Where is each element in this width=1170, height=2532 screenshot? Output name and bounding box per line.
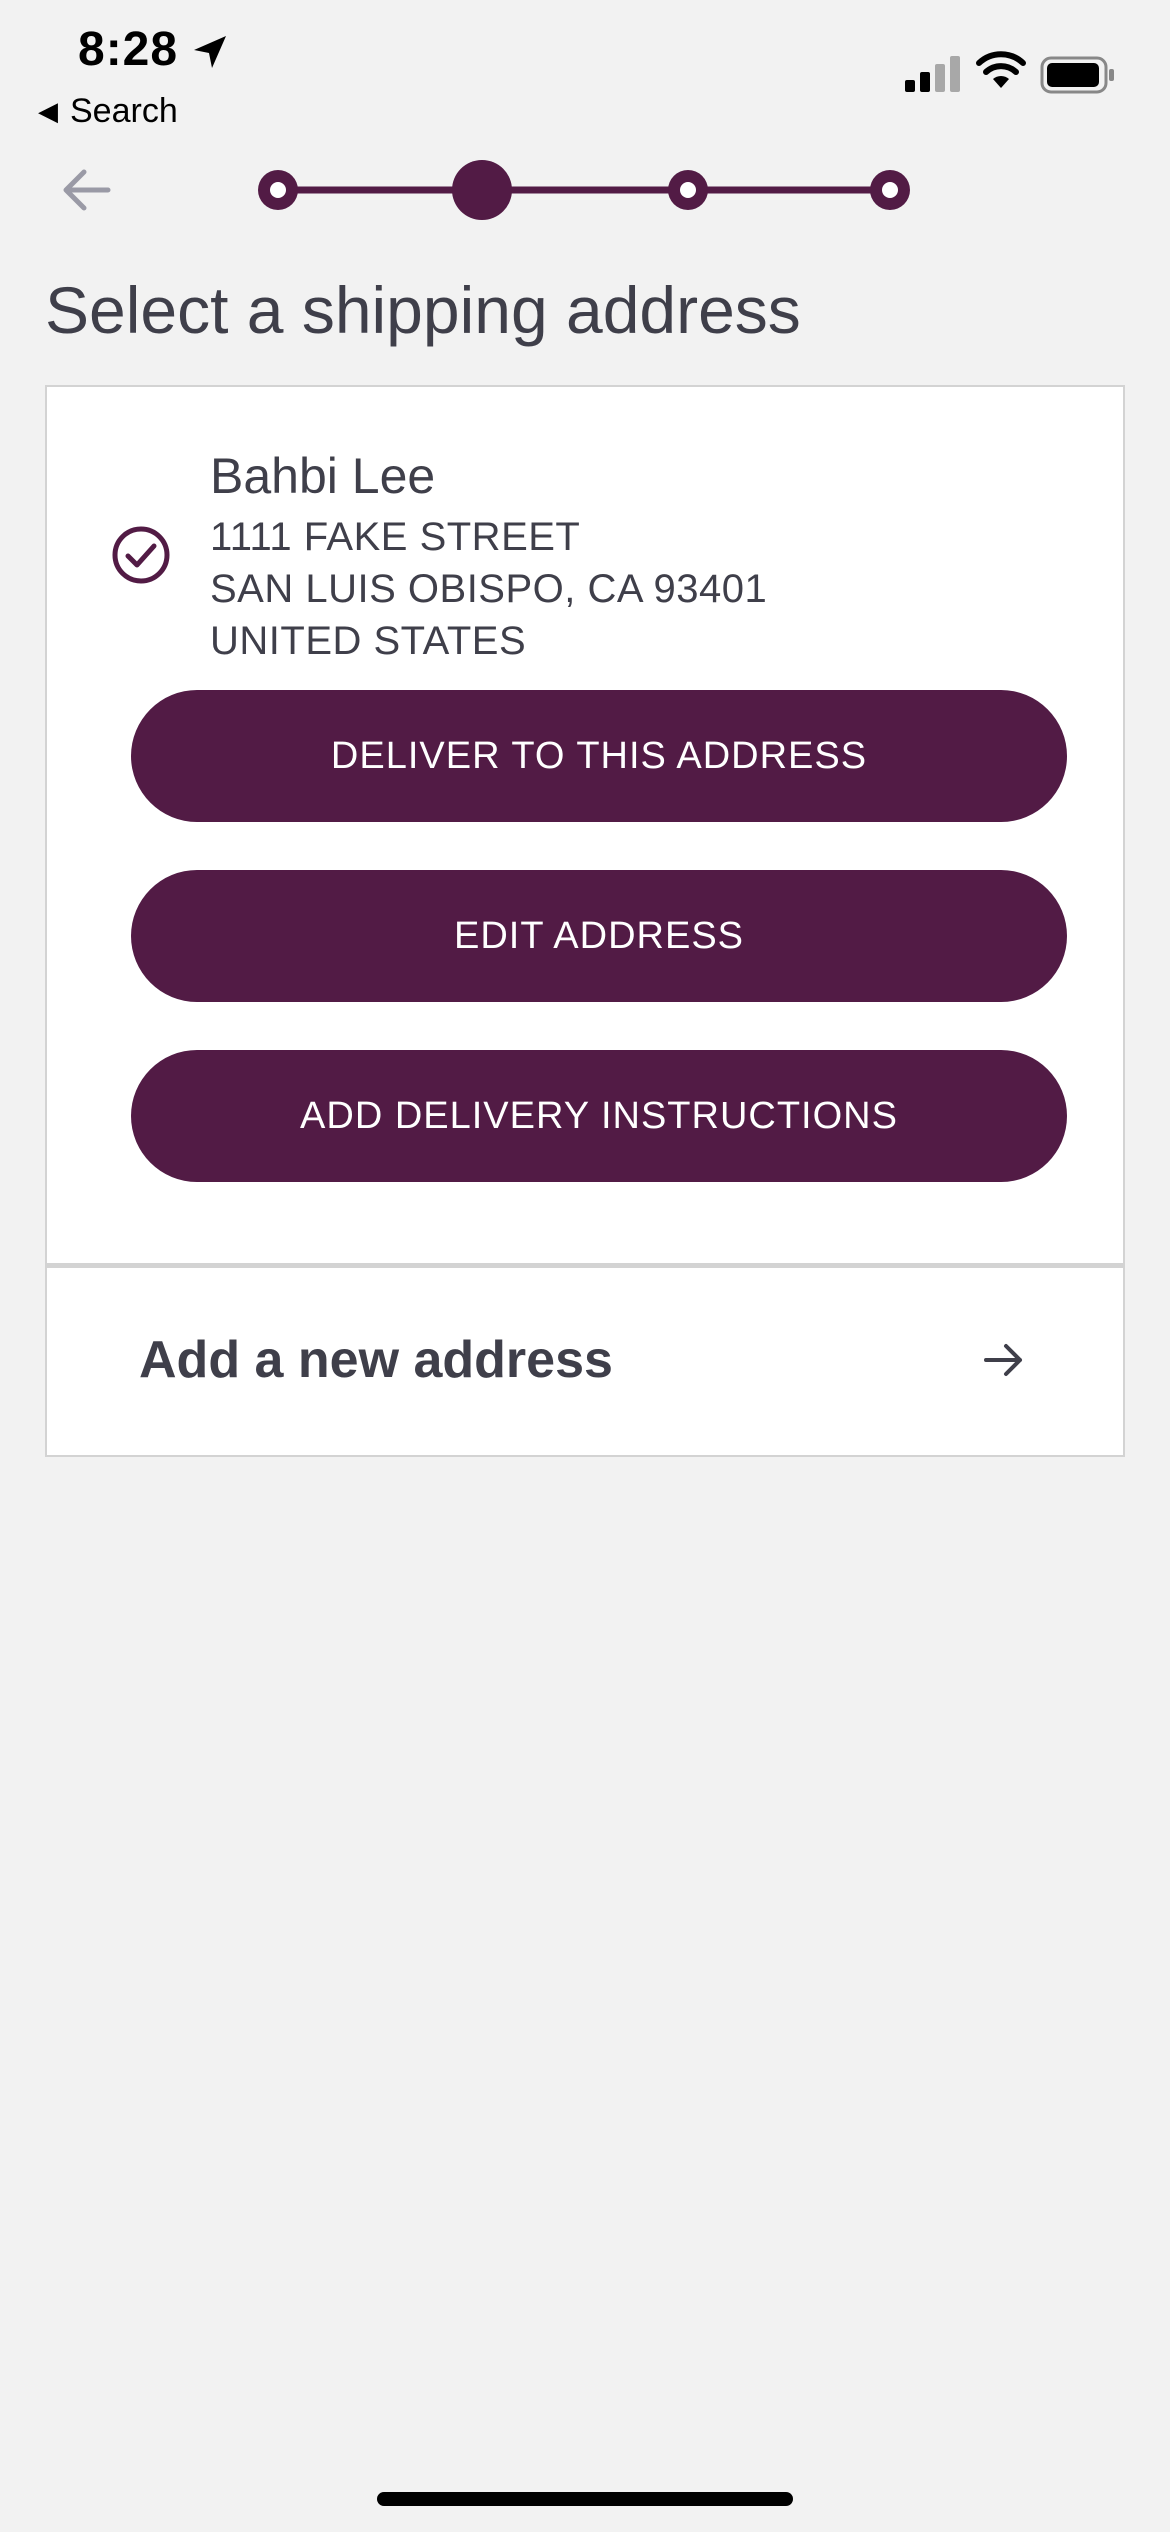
edit-address-button[interactable]: EDIT ADDRESS (131, 870, 1067, 1002)
step-4-dot (870, 170, 910, 210)
address-card: Bahbi Lee 1111 FAKE STREET SAN LUIS OBIS… (45, 385, 1125, 1265)
address-recipient-name: Bahbi Lee (210, 448, 436, 504)
back-arrow-icon[interactable] (56, 160, 116, 220)
battery-icon (1040, 56, 1114, 94)
step-2-current-dot (452, 160, 512, 220)
add-delivery-instructions-button[interactable]: ADD DELIVERY INSTRUCTIONS (131, 1050, 1067, 1182)
step-3-dot (668, 170, 708, 210)
address-city-state-zip: SAN LUIS OBISPO, CA 93401 (210, 567, 768, 611)
deliver-to-this-address-button[interactable]: DELIVER TO THIS ADDRESS (131, 690, 1067, 822)
wifi-icon (976, 51, 1026, 88)
home-indicator[interactable] (377, 2492, 793, 2506)
screen: 8:28 ◀ Search Select a shipping address … (0, 0, 1170, 2532)
address-street: 1111 FAKE STREET (210, 515, 581, 559)
address-details: Bahbi Lee 1111 FAKE STREET SAN LUIS OBIS… (210, 447, 767, 667)
add-new-address-label: Add a new address (139, 1331, 613, 1389)
add-new-address-row[interactable]: Add a new address (45, 1265, 1125, 1457)
status-time: 8:28 (78, 23, 179, 76)
arrow-right-icon (984, 1344, 1022, 1376)
location-arrow-icon (194, 36, 226, 68)
cellular-signal-icon (905, 56, 960, 92)
back-to-search-link[interactable]: ◀ Search (38, 92, 178, 131)
back-app-label: Search (70, 92, 178, 130)
step-1-dot (258, 170, 298, 210)
address-country: UNITED STATES (210, 619, 527, 663)
page-title: Select a shipping address (45, 273, 801, 347)
back-triangle-icon: ◀ (38, 96, 58, 126)
checkout-progress-stepper (258, 160, 910, 220)
selected-check-circle-icon[interactable] (111, 525, 171, 585)
